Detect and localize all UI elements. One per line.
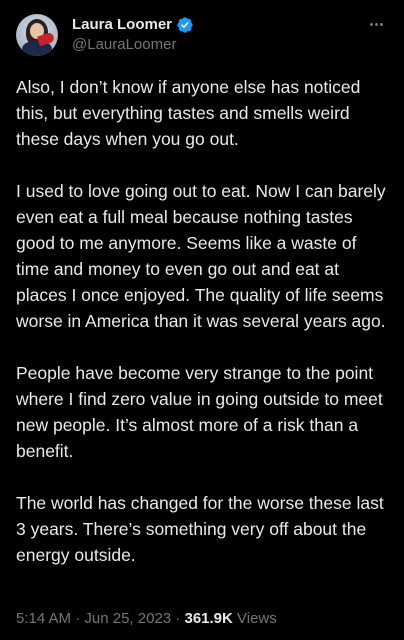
meta-separator: · (71, 610, 85, 627)
more-dot (374, 22, 378, 26)
views-label: Views (232, 610, 277, 627)
tweet-paragraph: I used to love going out to eat. Now I c… (16, 181, 386, 331)
handle[interactable]: @LauraLoomer (72, 36, 176, 54)
tweet-header: Laura Loomer @LauraLoomer (16, 12, 388, 56)
more-dot (369, 22, 373, 26)
tweet-paragraph: Also, I don’t know if anyone else has no… (16, 77, 361, 149)
meta-separator: · (171, 610, 185, 627)
name-row: Laura Loomer (72, 16, 194, 34)
tweet-date[interactable]: Jun 25, 2023 (84, 610, 171, 627)
more-options-icon[interactable] (366, 14, 386, 34)
avatar[interactable] (16, 14, 58, 56)
tweet-meta: 5:14 AM · Jun 25, 2023 · 361.9K Views (16, 610, 277, 628)
tweet-time[interactable]: 5:14 AM (16, 610, 71, 627)
tweet-paragraph: The world has changed for the worse thes… (16, 493, 384, 565)
display-name[interactable]: Laura Loomer (72, 16, 172, 34)
verified-badge-icon (176, 16, 194, 34)
views-count: 361.9K (184, 610, 233, 627)
tweet-text: Also, I don’t know if anyone else has no… (16, 74, 390, 594)
tweet-paragraph: People have become very strange to the p… (16, 363, 383, 461)
tweet: Laura Loomer @LauraLoomer Also, I don’t … (0, 0, 404, 640)
more-dot (379, 22, 383, 26)
